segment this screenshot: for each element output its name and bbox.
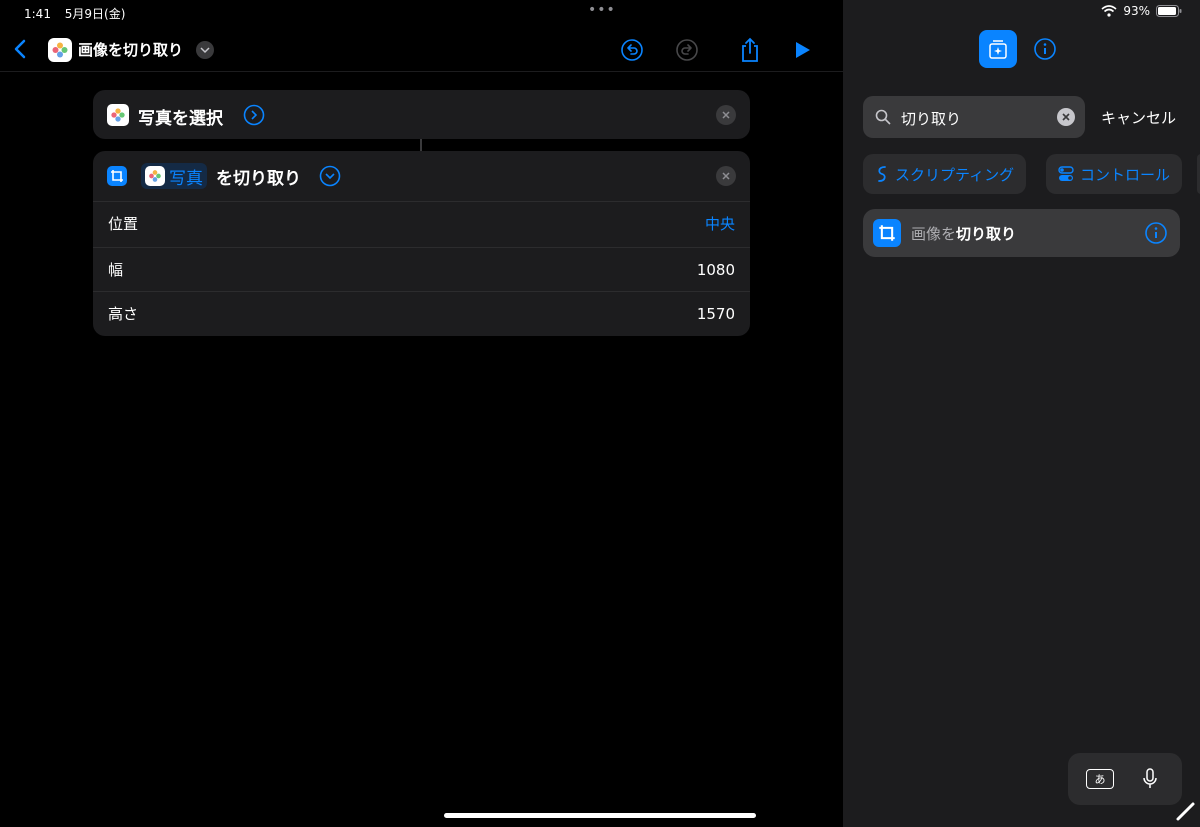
chevron-down-icon[interactable] [319,165,341,187]
param-label: 位置 [108,215,139,233]
editor-pane: 1:41 5月9日(金) ••• 画像を切り取り 写真を選択 写真 を切り取り … [0,0,843,827]
info-icon[interactable] [1144,221,1168,245]
status-clock: 1:41 [24,7,51,21]
undo-button[interactable] [619,37,645,63]
status-date: 5月9日(金) [64,7,126,21]
expand-icon[interactable] [243,104,265,126]
keyboard-shortcut-bar: あ [1068,753,1182,805]
battery-icon [1156,5,1182,17]
action-connector [420,139,422,151]
toggle-icon [1058,166,1074,181]
status-indicators: 93% [1101,4,1182,18]
action-library-button[interactable] [979,30,1017,68]
action-select-photos[interactable]: 写真を選択 [93,90,750,139]
photos-app-icon [145,166,165,186]
clear-icon[interactable] [1057,108,1075,126]
action-title: を切り取り [216,169,301,189]
chevron-down-icon[interactable] [196,41,214,59]
search-result-crop-image[interactable]: 画像を切り取り [863,209,1180,257]
back-button[interactable] [10,36,30,62]
photos-variable-token[interactable]: 写真 [141,163,207,189]
action-title: 写真を選択 [138,109,223,129]
search-input[interactable]: 切り取り [901,108,961,129]
param-row-width[interactable]: 幅 1080 [93,247,750,291]
microphone-icon[interactable] [1140,767,1160,791]
input-mode-button[interactable]: あ [1086,769,1114,789]
param-row-position[interactable]: 位置 中央 [93,201,750,245]
param-row-height[interactable]: 高さ 1570 [93,291,750,335]
photos-app-icon [107,104,129,126]
share-button[interactable] [737,37,763,63]
battery-percent: 93% [1123,4,1150,18]
pencil-icon[interactable] [1175,800,1197,822]
result-label: 画像を切り取り [911,223,1016,244]
shortcut-title[interactable]: 画像を切り取り [78,39,183,60]
token-label: 写真 [169,168,203,189]
photos-app-icon [48,38,72,62]
crop-icon [873,219,901,247]
result-match: 切り取り [956,225,1017,243]
cancel-button[interactable]: キャンセル [1101,107,1176,128]
param-label: 高さ [108,305,139,323]
redo-button[interactable] [674,37,700,63]
nav-bar: 画像を切り取り [0,26,843,72]
param-label: 幅 [108,261,124,279]
param-value[interactable]: 中央 [705,213,735,234]
search-icon [875,109,891,125]
wifi-icon [1101,5,1117,17]
actions-sidebar: 93% 切り取り キャンセル スクリプティング コントロール 画像を切り取り あ [843,0,1200,827]
param-value[interactable]: 1570 [697,305,735,323]
chip-label: スクリプティング [895,165,1015,184]
remove-action-button[interactable] [716,105,736,125]
result-prefix: 画像を [911,225,957,243]
param-value[interactable]: 1080 [697,261,735,279]
scripting-icon [878,166,886,182]
action-crop-image[interactable]: 写真 を切り取り 位置 中央 幅 1080 高さ 1570 [93,151,750,336]
category-chip-scripting[interactable]: スクリプティング [863,154,1027,194]
crop-icon [107,166,127,186]
multitasking-dots-icon[interactable]: ••• [588,2,616,18]
info-button[interactable] [1033,37,1057,61]
category-chip-controls[interactable]: コントロール [1046,154,1183,194]
search-field[interactable]: 切り取り [863,96,1085,138]
chip-label: コントロール [1080,165,1171,184]
run-button[interactable] [789,37,815,63]
home-indicator[interactable] [444,813,756,818]
remove-action-button[interactable] [716,166,736,186]
status-time: 1:41 5月9日(金) [24,5,125,22]
